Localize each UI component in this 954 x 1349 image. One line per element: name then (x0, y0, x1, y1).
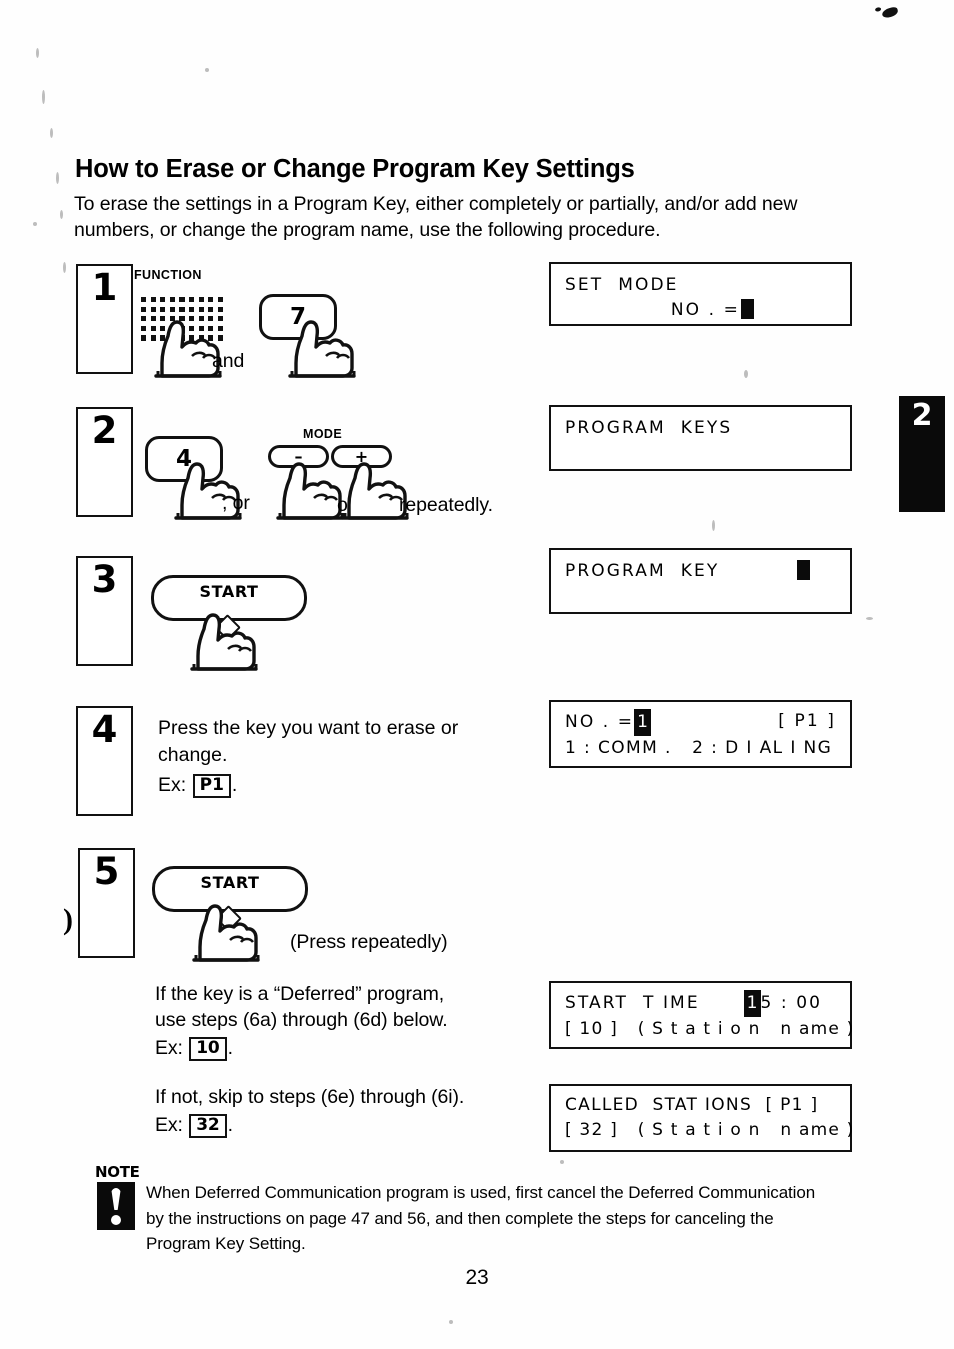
scan-speck (56, 172, 59, 184)
note-label: NOTE (95, 1163, 140, 1181)
intro-paragraph: To erase the settings in a Program Key, … (74, 193, 798, 241)
scan-artifact-ink-blob (881, 6, 899, 19)
step-number-box-1: 1 (76, 264, 133, 374)
document-page: ) How to Erase or Change Program Key Set… (0, 0, 954, 1349)
not-deferred-ex-suffix: . (227, 1114, 233, 1136)
exclamation-icon (97, 1182, 135, 1230)
lcd-5-line-2: [ 10 ] ( S t a t i o n n ame ) (565, 1019, 855, 1039)
not-deferred-ex-key: 32 (189, 1114, 227, 1138)
scan-speck (42, 90, 45, 104)
start-key-label-step5: START (200, 873, 260, 892)
lcd-6-line-2: [ 32 ] ( S t a t i o n n ame ) (565, 1120, 855, 1140)
chapter-tab: 2 (899, 396, 945, 512)
step-number-box-3: 3 (76, 556, 133, 666)
step-number-3: 3 (91, 558, 118, 601)
scan-artifact-paren: ) (63, 903, 73, 936)
scan-speck (36, 48, 39, 58)
and-connector-text: and (212, 350, 245, 372)
lcd-display-1: SET MODE NO . = (549, 262, 852, 326)
scan-speck (866, 617, 873, 620)
step-number-2: 2 (91, 409, 118, 452)
step-4-line-1: Press the key you want to erase or (158, 717, 459, 739)
step-4-ex-prefix: Ex: (158, 774, 187, 796)
step-number-box-2: 2 (76, 407, 133, 517)
not-deferred-example: Ex: 32. (155, 1112, 545, 1138)
note-body-text: When Deferred Communication program is u… (146, 1183, 816, 1253)
pointing-hand-icon-start-step5 (184, 900, 264, 962)
lcd-1-line-1: SET MODE (565, 275, 679, 295)
step-number-box-4: 4 (76, 706, 133, 816)
deferred-example: Ex: 10. (155, 1035, 535, 1061)
not-deferred-line-1: If not, skip to steps (6e) through (6i). (155, 1086, 465, 1108)
chapter-tab-number: 2 (911, 398, 933, 433)
scan-speck (33, 222, 37, 226)
lcd-display-6: CALLED STAT IONS [ P1 ] [ 32 ] ( S t a t… (549, 1084, 855, 1152)
step-number-1: 1 (91, 266, 118, 309)
lcd-1-line-2: NO . = (565, 298, 850, 323)
step-4-instruction: Press the key you want to erase or chang… (158, 715, 528, 799)
step-number-box-5: 5 (78, 848, 135, 958)
scan-speck (63, 262, 66, 273)
not-deferred-instruction: If not, skip to steps (6e) through (6i).… (155, 1084, 545, 1138)
start-key-label-step3: START (199, 582, 259, 601)
scan-speck (60, 210, 63, 219)
lcd-display-5: START T IME 1 5 : 00 [ 10 ] ( S t a t i o … (549, 981, 855, 1049)
scan-speck (744, 370, 748, 378)
lcd-4-line-2: 1 : COMM . 2 : D I AL I NG (565, 738, 833, 758)
lcd-4-line-1: NO . = 1[ P1 ] (565, 709, 850, 736)
lcd-3-line-1: PROGRAM KEY (565, 559, 850, 584)
lcd-5-line-1: START T IME 1 5 : 00 (565, 990, 850, 1017)
scan-speck (449, 1320, 453, 1324)
step-4-ex-suffix: . (231, 774, 238, 796)
deferred-ex-suffix: . (227, 1037, 233, 1059)
pointing-hand-icon-7 (280, 316, 360, 378)
not-deferred-ex-prefix: Ex: (155, 1114, 183, 1136)
lcd-2-line-1: PROGRAM KEYS (565, 418, 733, 438)
step-4-example: Ex: P1. (158, 772, 528, 799)
lcd-cursor-block (741, 299, 754, 319)
step-number-4: 4 (91, 708, 118, 751)
or-connector-text-1: , or (222, 492, 250, 514)
step-number-5: 5 (93, 850, 120, 893)
lcd-cursor-block (797, 560, 811, 580)
lcd-6-line-1: CALLED STAT IONS [ P1 ] (565, 1095, 819, 1115)
mode-label: MODE (303, 427, 343, 441)
step-4-line-2: change. (158, 744, 228, 766)
pointing-hand-icon-start-step3 (182, 609, 262, 671)
lcd-display-4: NO . = 1[ P1 ] 1 : COMM . 2 : D I AL I NG (549, 700, 852, 768)
step-4-ex-key: P1 (192, 774, 231, 798)
scan-speck (50, 128, 53, 138)
deferred-instruction: If the key is a “Deferred” program, use … (155, 981, 535, 1061)
deferred-line-1: If the key is a “Deferred” program, (155, 983, 445, 1005)
deferred-ex-prefix: Ex: (155, 1037, 183, 1059)
deferred-line-2: use steps (6a) through (6d) below. (155, 1009, 448, 1031)
function-key-label: FUNCTION (134, 268, 202, 282)
scan-speck (205, 68, 209, 72)
repeatedly-text: repeatedly. (399, 494, 493, 516)
page-title: How to Erase or Change Program Key Setti… (75, 155, 635, 183)
lcd-cursor-inverted: 1 (634, 709, 651, 736)
lcd-display-2: PROGRAM KEYS (549, 405, 852, 471)
press-repeatedly-text: (Press repeatedly) (290, 931, 448, 953)
scan-speck (712, 520, 715, 531)
deferred-ex-key: 10 (189, 1037, 227, 1061)
lcd-4-line-1-right: [ P1 ] (778, 711, 836, 731)
lcd-cursor-inverted: 1 (743, 990, 761, 1017)
page-number: 23 (465, 1266, 489, 1289)
lcd-display-3: PROGRAM KEY (549, 548, 852, 614)
scan-speck (560, 1160, 564, 1164)
